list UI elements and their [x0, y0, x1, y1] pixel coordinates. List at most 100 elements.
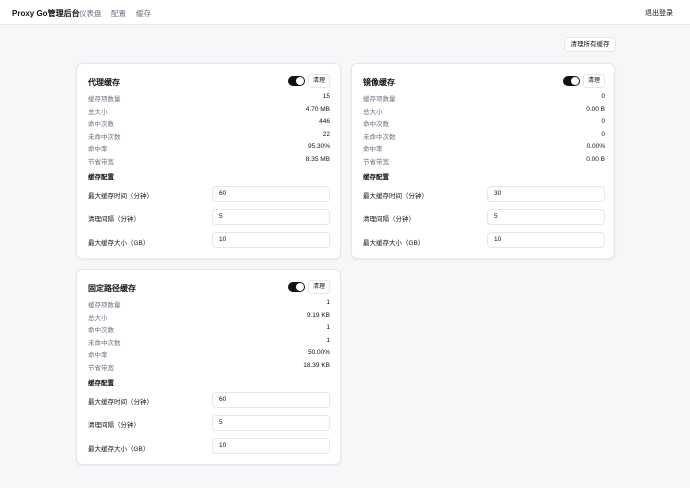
stat-row: 未命中次数 22	[88, 130, 330, 143]
stat-row: 命中率 0.00%	[363, 142, 605, 155]
stat-label: 节省带宽	[88, 364, 114, 372]
config-label: 最大缓存大小（GB）	[88, 446, 150, 453]
stat-value: 0.00 B	[586, 155, 605, 163]
max-cache-size-input[interactable]: 10	[487, 232, 605, 248]
stat-label: 命中次数	[88, 121, 114, 128]
stat-row: 节省带宽 0.00 B	[363, 155, 605, 168]
clean-interval-input[interactable]: 5	[212, 209, 330, 225]
stat-label: 命中率	[363, 146, 383, 153]
stat-value: 9.19 KB	[306, 311, 330, 319]
proxy-cache-card: 代理缓存 清理 缓存项数量 15 总大小 4.70 MB 命中次数 446 未命中次数…	[76, 63, 341, 259]
cache-enable-toggle[interactable]	[563, 76, 580, 86]
stat-row: 总大小 9.19 KB	[88, 311, 330, 324]
config-section-title: 缓存配置	[88, 380, 114, 387]
config-label: 最大缓存大小（GB）	[363, 240, 425, 247]
stat-label: 总大小	[88, 314, 108, 322]
stat-row: 缓存项数量 15	[88, 92, 330, 105]
config-label: 清理间隔（分钟）	[88, 216, 140, 223]
max-cache-size-input[interactable]: 10	[212, 438, 330, 454]
stat-value: 0.00 B	[586, 105, 605, 113]
stat-row: 命中率 95.30%	[88, 142, 330, 155]
cache-stats: 缓存项数量 1 总大小 9.19 KB 命中次数 1 未命中次数 1 命中率 50.00%…	[88, 298, 330, 373]
stat-value: 446	[319, 118, 330, 125]
stat-label: 节省带宽	[88, 158, 114, 166]
stat-value: 18.39 KB	[303, 361, 330, 369]
stat-label: 缓存项数量	[88, 96, 121, 103]
stat-value: 0	[601, 118, 605, 125]
stat-row: 命中率 50.00%	[88, 348, 330, 361]
config-label: 最大缓存时间（分钟）	[363, 193, 428, 200]
config-label: 最大缓存大小（GB）	[88, 240, 150, 247]
stat-label: 命中次数	[88, 327, 114, 334]
max-cache-size-input[interactable]: 10	[212, 232, 330, 248]
config-label: 最大缓存时间（分钟）	[88, 193, 153, 200]
stat-value: 0.00%	[586, 143, 605, 150]
stat-row: 命中次数 0	[363, 117, 605, 130]
card-title: 镜像缓存	[363, 78, 395, 87]
stat-label: 未命中次数	[88, 133, 121, 141]
stat-value: 8.35 MB	[305, 155, 330, 163]
config-label: 清理间隔（分钟）	[363, 216, 415, 223]
cache-enable-toggle[interactable]	[288, 76, 305, 86]
stat-value: 22	[322, 130, 330, 138]
stat-value: 95.30%	[307, 143, 330, 150]
stat-row: 节省带宽 18.39 KB	[88, 361, 330, 374]
clear-cache-button[interactable]: 清理	[308, 280, 330, 294]
config-label: 最大缓存时间（分钟）	[88, 399, 153, 406]
stat-row: 未命中次数 1	[88, 336, 330, 349]
cache-stats: 缓存项数量 15 总大小 4.70 MB 命中次数 446 未命中次数 22 命中率 95…	[88, 92, 330, 167]
logout-button[interactable]: 退出登录	[645, 8, 673, 18]
card-title: 代理缓存	[88, 78, 120, 87]
stat-label: 命中率	[88, 352, 108, 359]
stat-value: 1	[326, 324, 330, 331]
stat-label: 命中次数	[363, 121, 389, 128]
stat-label: 命中率	[88, 146, 108, 153]
stat-value: 4.70 MB	[305, 105, 330, 113]
nav-item-dashboard[interactable]: 仪表盘	[79, 8, 102, 19]
stat-value: 15	[322, 93, 330, 100]
nav-item-cache[interactable]: 缓存	[136, 8, 151, 19]
config-section-title: 缓存配置	[88, 174, 114, 181]
clean-interval-input[interactable]: 5	[212, 415, 330, 431]
stat-row: 缓存项数量 1	[88, 298, 330, 311]
stat-row: 缓存项数量 0	[363, 92, 605, 105]
toggle-knob	[296, 283, 304, 291]
stat-row: 节省带宽 8.35 MB	[88, 155, 330, 168]
max-cache-time-input[interactable]: 60	[212, 392, 330, 408]
stat-label: 缓存项数量	[88, 302, 121, 309]
fixed-path-cache-card: 固定路径缓存 清理 缓存项数量 1 总大小 9.19 KB 命中次数 1 未命中次数 1…	[76, 269, 341, 465]
cache-enable-toggle[interactable]	[288, 282, 305, 292]
stat-value: 1	[326, 336, 330, 344]
stat-value: 50.00%	[307, 349, 330, 356]
toggle-knob	[571, 77, 579, 85]
max-cache-time-input[interactable]: 30	[487, 186, 605, 202]
stat-value: 0	[601, 93, 605, 100]
nav-item-config[interactable]: 配置	[111, 8, 126, 19]
top-nav-bar: Proxy Go管理后台 仪表盘 配置 缓存 退出登录	[0, 0, 690, 25]
mirror-cache-card: 镜像缓存 清理 缓存项数量 0 总大小 0.00 B 命中次数 0 未命中次数 0 命中…	[351, 63, 615, 259]
brand-title[interactable]: Proxy Go管理后台	[12, 8, 80, 19]
max-cache-time-input[interactable]: 60	[212, 186, 330, 202]
stat-value: 0	[601, 130, 605, 138]
stat-value: 1	[326, 299, 330, 306]
stat-row: 未命中次数 0	[363, 130, 605, 143]
clear-cache-button[interactable]: 清理	[583, 74, 605, 88]
stat-row: 命中次数 1	[88, 323, 330, 336]
card-title: 固定路径缓存	[88, 284, 136, 293]
stat-label: 未命中次数	[363, 133, 396, 141]
stat-label: 节省带宽	[363, 158, 389, 166]
stat-label: 未命中次数	[88, 339, 121, 347]
stat-label: 总大小	[363, 108, 383, 116]
cache-stats: 缓存项数量 0 总大小 0.00 B 命中次数 0 未命中次数 0 命中率 0.00% 节…	[363, 92, 605, 167]
config-section-title: 缓存配置	[363, 174, 389, 181]
config-label: 清理间隔（分钟）	[88, 422, 140, 429]
stat-label: 总大小	[88, 108, 108, 116]
stat-row: 命中次数 446	[88, 117, 330, 130]
clear-cache-button[interactable]: 清理	[308, 74, 330, 88]
stat-label: 缓存项数量	[363, 96, 396, 103]
clear-all-cache-button[interactable]: 清理所有缓存	[564, 37, 616, 52]
clean-interval-input[interactable]: 5	[487, 209, 605, 225]
stat-row: 总大小 0.00 B	[363, 105, 605, 118]
stat-row: 总大小 4.70 MB	[88, 105, 330, 118]
toggle-knob	[296, 77, 304, 85]
